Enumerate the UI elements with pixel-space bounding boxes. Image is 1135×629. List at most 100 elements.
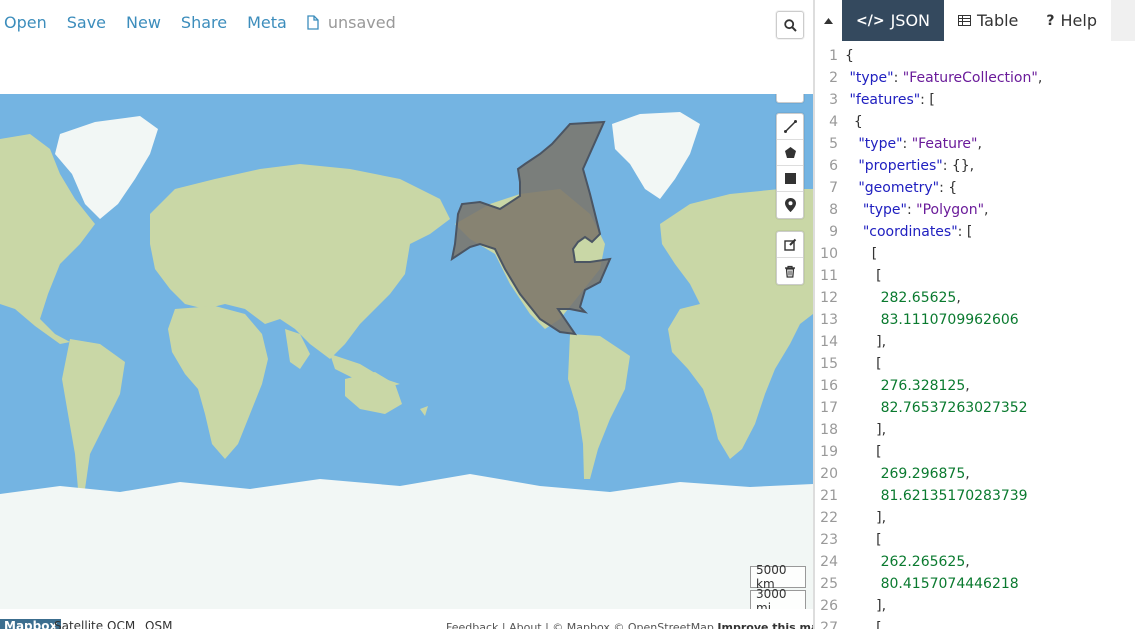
code-token: ,: [1037, 70, 1043, 86]
code-line[interactable]: 18 ],: [815, 419, 1135, 441]
line-content: "properties": {},: [845, 158, 974, 174]
layer-ocm[interactable]: OCM: [107, 619, 135, 629]
line-content: 262.265625,: [845, 554, 970, 570]
code-line[interactable]: 21 81.62135170283739: [815, 485, 1135, 507]
code-line[interactable]: 22 ],: [815, 507, 1135, 529]
code-line[interactable]: 23 [: [815, 529, 1135, 551]
code-line[interactable]: 17 82.76537263027352: [815, 397, 1135, 419]
line-content: ],: [845, 510, 886, 526]
top-menu-bar: Open Save New Share Meta unsaved: [0, 0, 813, 44]
code-line[interactable]: 14 ],: [815, 331, 1135, 353]
code-line[interactable]: 15 [: [815, 353, 1135, 375]
search-control: [776, 11, 804, 39]
line-number: 9: [829, 224, 838, 240]
code-line[interactable]: 5 "type": "Feature",: [815, 133, 1135, 155]
code-token: "Polygon": [916, 202, 985, 218]
trash-icon: [785, 265, 795, 278]
line-number: 8: [829, 202, 838, 218]
line-content: 81.62135170283739: [845, 488, 1028, 504]
code-token: {: [845, 114, 863, 130]
code-line[interactable]: 10 [: [815, 243, 1135, 265]
line-number: 16: [820, 378, 838, 394]
code-line[interactable]: 13 83.1110709962606: [815, 309, 1135, 331]
code-token: "Feature": [911, 136, 978, 152]
layer-satellite[interactable]: Satellite: [54, 619, 103, 629]
code-line[interactable]: 4 {: [815, 111, 1135, 133]
line-number: 14: [820, 334, 838, 350]
code-line[interactable]: 7 "geometry": {: [815, 177, 1135, 199]
tab-help[interactable]: ? Help: [1032, 0, 1111, 41]
line-content: 269.296875,: [845, 466, 970, 482]
code-line[interactable]: 25 80.4157074446218: [815, 573, 1135, 595]
tab-table[interactable]: Table: [944, 0, 1033, 41]
line-number: 15: [820, 356, 838, 372]
app-root: Open Save New Share Meta unsaved 5000 km…: [0, 0, 1135, 629]
code-line[interactable]: 11 [: [815, 265, 1135, 287]
file-icon: [307, 14, 319, 30]
code-line[interactable]: 8 "type": "Polygon",: [815, 199, 1135, 221]
code-token: : {},: [942, 158, 975, 174]
line-content: [: [845, 268, 881, 284]
line-content: "features": [: [845, 92, 935, 108]
line-content: ],: [845, 422, 886, 438]
json-editor[interactable]: 1{2 "type": "FeatureCollection", 3 "featu…: [815, 45, 1135, 629]
collapse-button[interactable]: [815, 0, 842, 41]
line-number: 26: [820, 598, 838, 614]
code-token: "type": [849, 70, 894, 86]
code-token: :: [906, 202, 917, 218]
code-token: : [: [920, 92, 935, 108]
delete-layers-button[interactable]: [777, 258, 803, 284]
line-number: 12: [820, 290, 838, 306]
code-line[interactable]: 27 [: [815, 617, 1135, 629]
new-menu[interactable]: New: [126, 13, 161, 32]
code-line[interactable]: 2 "type": "FeatureCollection",: [815, 67, 1135, 89]
save-menu[interactable]: Save: [67, 13, 106, 32]
draw-line-button[interactable]: [777, 114, 803, 140]
code-line[interactable]: 24 262.265625,: [815, 551, 1135, 573]
line-content: 82.76537263027352: [845, 400, 1028, 416]
rectangle-icon: [784, 173, 796, 184]
editor-pane: </> JSON Table ? Help 1{2 "type": "Featu…: [815, 0, 1135, 629]
line-number: 19: [820, 444, 838, 460]
code-line[interactable]: 26 ],: [815, 595, 1135, 617]
share-menu[interactable]: Share: [181, 13, 227, 32]
code-line[interactable]: 3 "features": [: [815, 89, 1135, 111]
code-token: [: [845, 620, 882, 629]
line-number: 20: [820, 466, 838, 482]
code-line[interactable]: 12 282.65625,: [815, 287, 1135, 309]
draw-marker-button[interactable]: [777, 192, 803, 218]
layer-mapbox[interactable]: Mapbox: [0, 619, 62, 629]
code-token: 282.65625: [880, 290, 957, 306]
tab-json[interactable]: </> JSON: [842, 0, 945, 41]
improve-map-link[interactable]: Improve this map: [717, 621, 813, 629]
line-number: 18: [820, 422, 838, 438]
code-line[interactable]: 19 [: [815, 441, 1135, 463]
line-content: ],: [845, 598, 886, 614]
open-menu[interactable]: Open: [4, 13, 47, 32]
code-line[interactable]: 16 276.328125,: [815, 375, 1135, 397]
search-button[interactable]: [777, 12, 803, 38]
line-number: 7: [829, 180, 838, 196]
scale-mi: 3000 mi: [750, 587, 806, 609]
code-token: "geometry": [858, 180, 940, 196]
code-line[interactable]: 20 269.296875,: [815, 463, 1135, 485]
meta-menu[interactable]: Meta: [247, 13, 287, 32]
line-content: "geometry": {: [845, 180, 957, 196]
code-token: ,: [965, 554, 970, 570]
layer-osm[interactable]: OSM: [145, 619, 172, 629]
edit-layers-button[interactable]: [777, 232, 803, 258]
code-line[interactable]: 6 "properties": {},: [815, 155, 1135, 177]
code-token: ],: [845, 598, 887, 614]
zoom-out-button[interactable]: [777, 94, 803, 102]
draw-rectangle-button[interactable]: [777, 166, 803, 192]
map-canvas[interactable]: 5000 km 3000 mi: [0, 94, 813, 609]
attribution-text[interactable]: Feedback | About | © Mapbox © OpenStreet…: [446, 621, 714, 629]
code-line[interactable]: 1{: [815, 45, 1135, 67]
code-line[interactable]: 9 "coordinates": [: [815, 221, 1135, 243]
draw-polygon-button[interactable]: [777, 140, 803, 166]
code-token: "coordinates": [862, 224, 958, 240]
line-content: {: [845, 48, 854, 64]
code-token: 269.296875: [880, 466, 966, 482]
